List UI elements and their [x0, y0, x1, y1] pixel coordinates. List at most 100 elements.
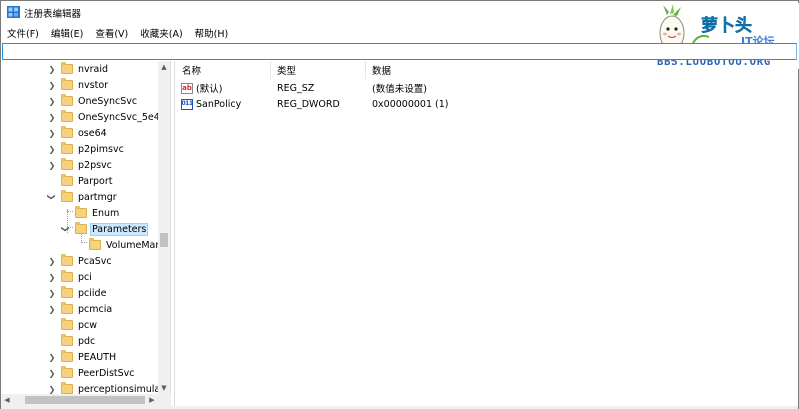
tree-item[interactable]: VolumeMan [75, 237, 162, 253]
column-header-type[interactable]: 类型 [271, 61, 366, 79]
binary-value-icon: 011 [181, 98, 193, 110]
expand-chevron-icon[interactable]: ❯ [47, 61, 57, 77]
scroll-left-arrow-icon[interactable]: ◀ [1, 394, 13, 406]
tree-item[interactable]: Enum [61, 205, 120, 221]
folder-icon [61, 126, 73, 138]
tree-item[interactable]: ❯ p2psvc [47, 157, 113, 173]
no-chevron-spacer [47, 173, 57, 189]
scroll-right-arrow-icon[interactable]: ▶ [146, 394, 158, 406]
folder-icon [75, 206, 87, 218]
tree-item[interactable]: ❯ nvstor [47, 77, 109, 93]
registry-values-list: 名称 类型 数据 ab (默认) REG_SZ (数值未设置) 011 SanP… [176, 61, 798, 406]
expand-chevron-icon[interactable]: ❯ [47, 141, 57, 157]
no-chevron-spacer [47, 317, 57, 333]
pane-splitter[interactable] [171, 61, 175, 406]
folder-icon [61, 158, 73, 170]
tree-item-label: nvraid [78, 63, 109, 75]
tree-item-label: pdc [78, 335, 96, 347]
no-chevron-spacer [47, 333, 57, 349]
tree-item-label: OneSyncSvc_5e47 [78, 111, 166, 123]
tree-item-label: VolumeMan [106, 239, 162, 251]
scroll-thumb[interactable] [25, 396, 145, 404]
tree-item-label: nvstor [78, 79, 109, 91]
folder-icon [61, 350, 73, 362]
folder-icon [75, 222, 87, 234]
expand-chevron-icon[interactable]: ❯ [47, 109, 57, 125]
scroll-up-arrow-icon[interactable]: ▲ [158, 61, 170, 73]
expand-chevron-icon[interactable]: ❯ [47, 253, 57, 269]
value-data: 0x00000001 (1) [372, 98, 449, 110]
tree-item-label: perceptionsimulat [78, 383, 164, 395]
folder-icon [61, 270, 73, 282]
registry-editor-window: 注册表编辑器 萝卜头 IT论坛 BBS.LUOBOTOU.ORG 文件(F) 编… [0, 0, 799, 409]
tree-item[interactable]: ❯ PcaSvc [47, 253, 113, 269]
expand-chevron-icon[interactable]: ❯ [47, 157, 57, 173]
tree-item[interactable]: ❯ pci [47, 269, 93, 285]
value-name: (默认) [196, 84, 223, 95]
menu-edit[interactable]: 编辑(E) [45, 24, 89, 42]
scroll-thumb[interactable] [160, 233, 168, 247]
tree-item-label: p2psvc [78, 159, 112, 171]
tree-item[interactable]: ❯ PEAUTH [47, 349, 117, 365]
tree-item-label: p2pimsvc [78, 143, 124, 155]
tree-item-label: OneSyncSvc [78, 95, 138, 107]
tree-item[interactable]: ❯ ose64 [47, 125, 108, 141]
folder-icon [61, 62, 73, 74]
tree-item-label: pciide [78, 287, 107, 299]
tree-item[interactable]: ❯ pcmcia [47, 301, 113, 317]
no-chevron-spacer [75, 237, 85, 253]
tree-item[interactable]: ❯ p2pimsvc [47, 141, 125, 157]
tree-item[interactable]: ❯ OneSyncSvc [47, 93, 138, 109]
window-title: 注册表编辑器 [24, 9, 82, 20]
registry-key-tree: ❯ nvraid ❯ nvstor ❯ OneSyncSvc ❯ OneSync… [1, 61, 171, 398]
address-bar-input[interactable] [2, 43, 797, 60]
folder-icon [61, 94, 73, 106]
tree-item-label: PeerDistSvc [78, 367, 135, 379]
tree-item[interactable]: Parport [47, 173, 114, 189]
folder-icon [61, 142, 73, 154]
column-header-data[interactable]: 数据 [366, 61, 546, 79]
tree-item[interactable]: ❯ pciide [47, 285, 107, 301]
menu-view[interactable]: 查看(V) [89, 24, 134, 42]
folder-icon [61, 174, 73, 186]
tree-item[interactable]: pcw [47, 317, 98, 333]
tree-item[interactable]: pdc [47, 333, 96, 349]
expand-chevron-icon[interactable]: ❯ [47, 269, 57, 285]
tree-item-label: Enum [92, 207, 120, 219]
tree-item[interactable]: ❯ nvraid [47, 61, 109, 77]
collapse-chevron-icon[interactable]: ❯ [58, 224, 74, 234]
tree-vertical-scrollbar[interactable]: ▲ ▼ [158, 61, 170, 394]
expand-chevron-icon[interactable]: ❯ [47, 365, 57, 381]
folder-icon [61, 382, 73, 394]
registry-app-icon [7, 6, 20, 18]
expand-chevron-icon[interactable]: ❯ [47, 285, 57, 301]
tree-item-label: pcw [78, 319, 98, 331]
expand-chevron-icon[interactable]: ❯ [47, 125, 57, 141]
value-data: (数值未设置) [372, 84, 427, 95]
menu-favorites[interactable]: 收藏夹(A) [134, 24, 188, 42]
expand-chevron-icon[interactable]: ❯ [47, 93, 57, 109]
menu-help[interactable]: 帮助(H) [189, 24, 235, 42]
folder-icon [61, 78, 73, 90]
value-name: SanPolicy [196, 98, 242, 110]
expand-chevron-icon[interactable]: ❯ [47, 77, 57, 93]
expand-chevron-icon[interactable]: ❯ [47, 349, 57, 365]
tree-item-label: pcmcia [78, 303, 113, 315]
tree-item[interactable]: ❯ PeerDistSvc [47, 365, 136, 381]
tree-horizontal-scrollbar[interactable]: ◀ ▶ [1, 394, 171, 406]
no-chevron-spacer [61, 205, 71, 221]
list-row[interactable]: ab (默认) REG_SZ (数值未设置) [176, 80, 776, 96]
tree-item[interactable]: ❯ partmgr [47, 189, 118, 205]
tree-item[interactable]: ❯ OneSyncSvc_5e47 [47, 109, 167, 125]
value-name-cell: 011 SanPolicy [181, 96, 241, 112]
collapse-chevron-icon[interactable]: ❯ [44, 192, 60, 202]
folder-icon [61, 190, 73, 202]
column-header-name[interactable]: 名称 [176, 61, 271, 79]
list-row[interactable]: 011 SanPolicy REG_DWORD 0x00000001 (1) [176, 96, 776, 112]
menu-file[interactable]: 文件(F) [1, 24, 45, 42]
value-type: REG_SZ [277, 82, 315, 94]
tree-item-selected[interactable]: ❯ Parameters [58, 221, 149, 237]
scroll-down-arrow-icon[interactable]: ▼ [158, 382, 170, 394]
expand-chevron-icon[interactable]: ❯ [47, 301, 57, 317]
folder-icon [61, 302, 73, 314]
